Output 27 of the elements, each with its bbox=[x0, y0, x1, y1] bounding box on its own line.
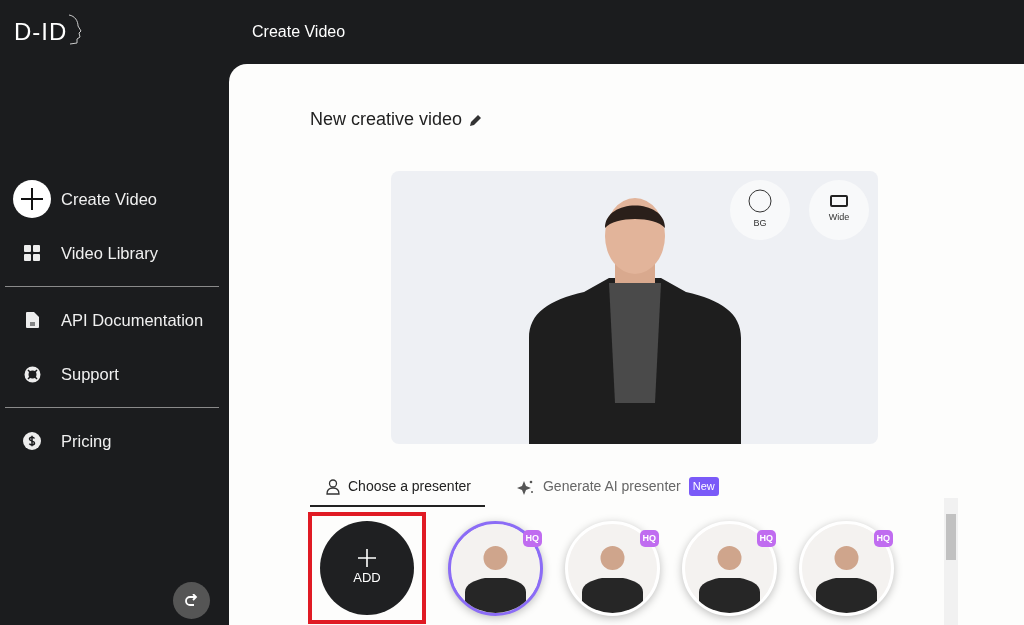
person-icon bbox=[326, 478, 340, 495]
video-title: New creative video bbox=[310, 108, 463, 131]
new-badge: New bbox=[688, 477, 719, 496]
tab[interactable]: Generate AI presenter New bbox=[500, 470, 733, 507]
logo[interactable]: D-ID bbox=[14, 14, 68, 44]
sidebar-item[interactable]: Create Video bbox=[5, 172, 219, 226]
redirect-button[interactable] bbox=[173, 582, 210, 619]
redirect-icon bbox=[183, 593, 200, 608]
circle-icon bbox=[748, 189, 772, 214]
add-presenter-button[interactable]: ADD bbox=[320, 521, 414, 615]
sidebar-item[interactable]: API Documentation bbox=[5, 293, 219, 347]
scrollbar[interactable] bbox=[944, 498, 958, 625]
sidebar-item[interactable]: Pricing bbox=[5, 414, 219, 468]
hq-badge: HQ bbox=[522, 529, 542, 547]
hq-badge: HQ bbox=[639, 529, 659, 547]
sidebar-item[interactable]: Video Library bbox=[5, 226, 219, 280]
hq-badge: HQ bbox=[756, 529, 776, 547]
plus-icon bbox=[357, 548, 377, 569]
sidebar-item[interactable]: Support bbox=[5, 347, 219, 401]
tab[interactable]: Choose a presenter bbox=[310, 470, 485, 507]
sparkle-icon bbox=[516, 478, 535, 495]
pencil-icon[interactable] bbox=[470, 113, 483, 126]
background-button[interactable]: BG bbox=[730, 180, 790, 240]
page-title: Create Video bbox=[252, 22, 346, 42]
hq-badge: HQ bbox=[873, 529, 893, 547]
aspect-ratio-button[interactable]: Wide bbox=[809, 180, 869, 240]
rectangle-icon bbox=[830, 195, 848, 208]
